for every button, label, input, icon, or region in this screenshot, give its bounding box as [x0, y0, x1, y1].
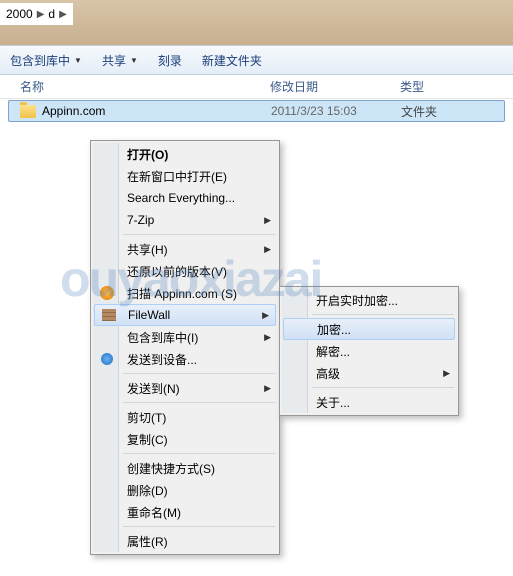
submenu-arrow-icon: ▶ — [264, 332, 271, 343]
breadcrumb-part[interactable]: 2000 — [4, 7, 35, 21]
menu-label: 重命名(M) — [127, 504, 181, 521]
menu-create-shortcut[interactable]: 创建快捷方式(S) — [93, 457, 277, 479]
share-button[interactable]: 共享 ▼ — [102, 52, 138, 69]
menu-cut[interactable]: 剪切(T) — [93, 406, 277, 428]
toolbar-label: 刻录 — [158, 52, 182, 69]
include-in-library-button[interactable]: 包含到库中 ▼ — [10, 52, 82, 69]
context-menu: 打开(O) 在新窗口中打开(E) Search Everything... 7-… — [90, 140, 280, 555]
column-type[interactable]: 类型 — [400, 78, 513, 95]
menu-label: 属性(R) — [127, 533, 168, 550]
menu-label: 还原以前的版本(V) — [127, 263, 227, 280]
column-name[interactable]: 名称 — [0, 78, 270, 95]
menu-separator — [123, 402, 275, 403]
menu-delete[interactable]: 删除(D) — [93, 479, 277, 501]
submenu-encrypt[interactable]: 加密... — [283, 318, 455, 340]
menu-search-everything[interactable]: Search Everything... — [93, 187, 277, 209]
menu-label: 开启实时加密... — [316, 292, 398, 309]
menu-label: 剪切(T) — [127, 409, 166, 426]
file-name-text: Appinn.com — [42, 104, 105, 118]
menu-label: 扫描 Appinn.com (S) — [127, 285, 237, 302]
menu-share[interactable]: 共享(H) ▶ — [93, 238, 277, 260]
toolbar-label: 新建文件夹 — [202, 52, 262, 69]
file-type-cell: 文件夹 — [401, 103, 504, 120]
column-headers: 名称 修改日期 类型 — [0, 75, 513, 99]
folder-icon — [20, 105, 36, 118]
menu-label: 7-Zip — [127, 213, 154, 227]
toolbar-label: 共享 — [102, 52, 126, 69]
menu-separator — [312, 314, 454, 315]
chevron-down-icon: ▼ — [74, 56, 82, 65]
menu-separator — [123, 453, 275, 454]
menu-7zip[interactable]: 7-Zip ▶ — [93, 209, 277, 231]
chevron-right-icon[interactable]: ▶ — [35, 9, 47, 20]
submenu-advanced[interactable]: 高级 ▶ — [282, 362, 456, 384]
toolbar: 包含到库中 ▼ 共享 ▼ 刻录 新建文件夹 — [0, 45, 513, 75]
menu-label: 创建快捷方式(S) — [127, 460, 215, 477]
menu-restore-versions[interactable]: 还原以前的版本(V) — [93, 260, 277, 282]
submenu-decrypt[interactable]: 解密... — [282, 340, 456, 362]
menu-label: 包含到库中(I) — [127, 329, 198, 346]
menu-label: 高级 — [316, 365, 340, 382]
menu-label: 关于... — [316, 394, 350, 411]
submenu-arrow-icon: ▶ — [443, 368, 450, 379]
menu-separator — [312, 387, 454, 388]
menu-open[interactable]: 打开(O) — [93, 143, 277, 165]
menu-label: 打开(O) — [127, 146, 168, 163]
menu-label: 加密... — [317, 321, 351, 338]
menu-label: 共享(H) — [127, 241, 168, 258]
menu-separator — [123, 234, 275, 235]
menu-copy[interactable]: 复制(C) — [93, 428, 277, 450]
menu-label: 解密... — [316, 343, 350, 360]
submenu-realtime-encrypt[interactable]: 开启实时加密... — [282, 289, 456, 311]
submenu-arrow-icon: ▶ — [264, 383, 271, 394]
chevron-down-icon: ▼ — [130, 56, 138, 65]
menu-label: 在新窗口中打开(E) — [127, 168, 227, 185]
breadcrumb[interactable]: 2000 ▶ d ▶ — [0, 3, 73, 25]
menu-filewall[interactable]: FileWall ▶ — [94, 304, 276, 326]
menu-properties[interactable]: 属性(R) — [93, 530, 277, 552]
menu-send-device[interactable]: 发送到设备... — [93, 348, 277, 370]
menu-label: 发送到设备... — [127, 351, 197, 368]
menu-separator — [123, 373, 275, 374]
menu-rename[interactable]: 重命名(M) — [93, 501, 277, 523]
menu-label: 删除(D) — [127, 482, 168, 499]
menu-label: Search Everything... — [127, 191, 235, 205]
device-icon — [99, 351, 115, 367]
submenu-arrow-icon: ▶ — [264, 244, 271, 255]
menu-label: 发送到(N) — [127, 380, 180, 397]
menu-send-to[interactable]: 发送到(N) ▶ — [93, 377, 277, 399]
burn-button[interactable]: 刻录 — [158, 52, 182, 69]
filewall-icon — [101, 307, 117, 323]
menu-include-library[interactable]: 包含到库中(I) ▶ — [93, 326, 277, 348]
submenu-arrow-icon: ▶ — [264, 215, 271, 226]
scan-icon — [99, 285, 115, 301]
column-date[interactable]: 修改日期 — [270, 78, 400, 95]
filewall-submenu: 开启实时加密... 加密... 解密... 高级 ▶ 关于... — [279, 286, 459, 416]
file-date-cell: 2011/3/23 15:03 — [271, 104, 401, 118]
breadcrumb-part[interactable]: d — [46, 7, 57, 21]
submenu-about[interactable]: 关于... — [282, 391, 456, 413]
menu-separator — [123, 526, 275, 527]
file-row[interactable]: Appinn.com 2011/3/23 15:03 文件夹 — [8, 100, 505, 122]
menu-open-new-window[interactable]: 在新窗口中打开(E) — [93, 165, 277, 187]
file-name-cell: Appinn.com — [9, 104, 271, 118]
menu-label: 复制(C) — [127, 431, 168, 448]
menu-label: FileWall — [128, 308, 170, 322]
new-folder-button[interactable]: 新建文件夹 — [202, 52, 262, 69]
menu-scan[interactable]: 扫描 Appinn.com (S) — [93, 282, 277, 304]
submenu-arrow-icon: ▶ — [262, 310, 269, 321]
chevron-right-icon[interactable]: ▶ — [57, 9, 69, 20]
titlebar-area: 2000 ▶ d ▶ — [0, 0, 513, 45]
toolbar-label: 包含到库中 — [10, 52, 70, 69]
